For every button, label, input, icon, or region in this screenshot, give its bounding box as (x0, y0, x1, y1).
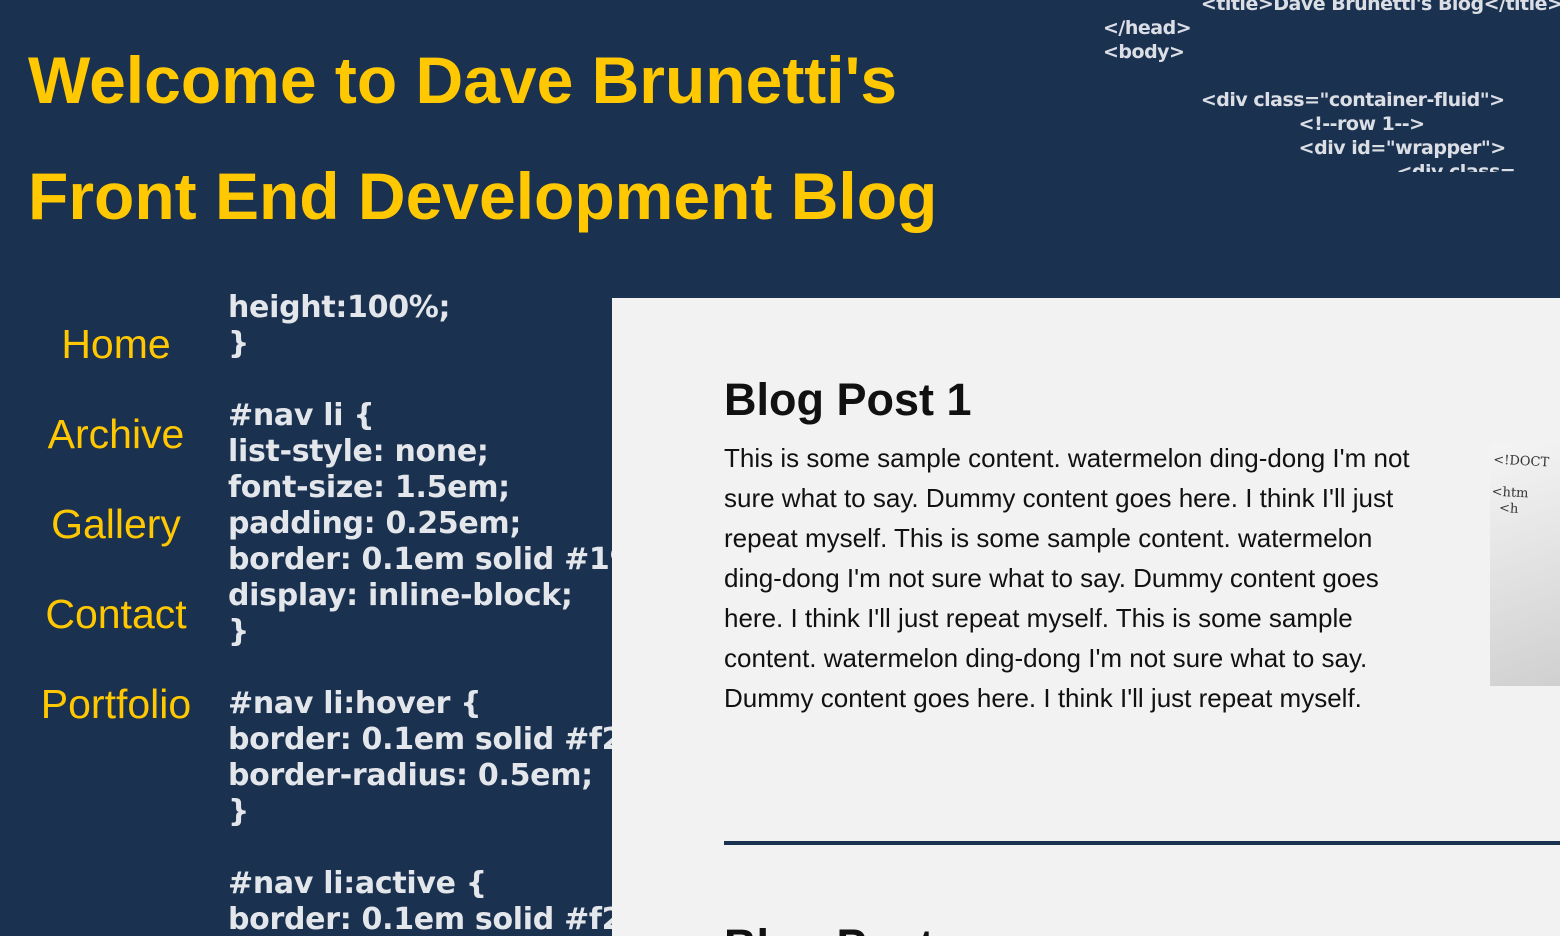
post-image-code: <!DOCT <htm <h (1490, 452, 1550, 517)
background-code-top: <title>Dave Brunetti's Blog</title> </he… (1103, 0, 1560, 172)
nav-item-home[interactable]: Home (24, 308, 208, 398)
nav-item-archive[interactable]: Archive (24, 398, 208, 488)
page: <title>Dave Brunetti's Blog</title> </he… (0, 0, 1560, 936)
post-body: This is some sample content. watermelon … (724, 443, 1410, 713)
post-title: Blog Post 1 (724, 374, 972, 425)
main-content: Blog Post 1 This is some sample content.… (612, 298, 1560, 936)
post-image: <!DOCT <htm <h (1490, 444, 1560, 686)
nav-item-contact[interactable]: Contact (24, 578, 208, 668)
post-divider (724, 841, 1560, 845)
post-title: Blog Post (724, 916, 934, 936)
site-title-line-1: Welcome to Dave Brunetti's (28, 43, 898, 117)
background-code-left: height:100%; } #nav li { list-style: non… (228, 290, 612, 936)
main-nav: Home Archive Gallery Contact Portfolio (24, 308, 208, 758)
nav-item-portfolio[interactable]: Portfolio (24, 668, 208, 758)
nav-item-gallery[interactable]: Gallery (24, 488, 208, 578)
blog-post: Blog Post 1 This is some sample content.… (724, 370, 1560, 718)
site-title-line-2: Front End Development Blog (28, 159, 938, 233)
site-title: Welcome to Dave Brunetti's Front End Dev… (28, 22, 1088, 254)
